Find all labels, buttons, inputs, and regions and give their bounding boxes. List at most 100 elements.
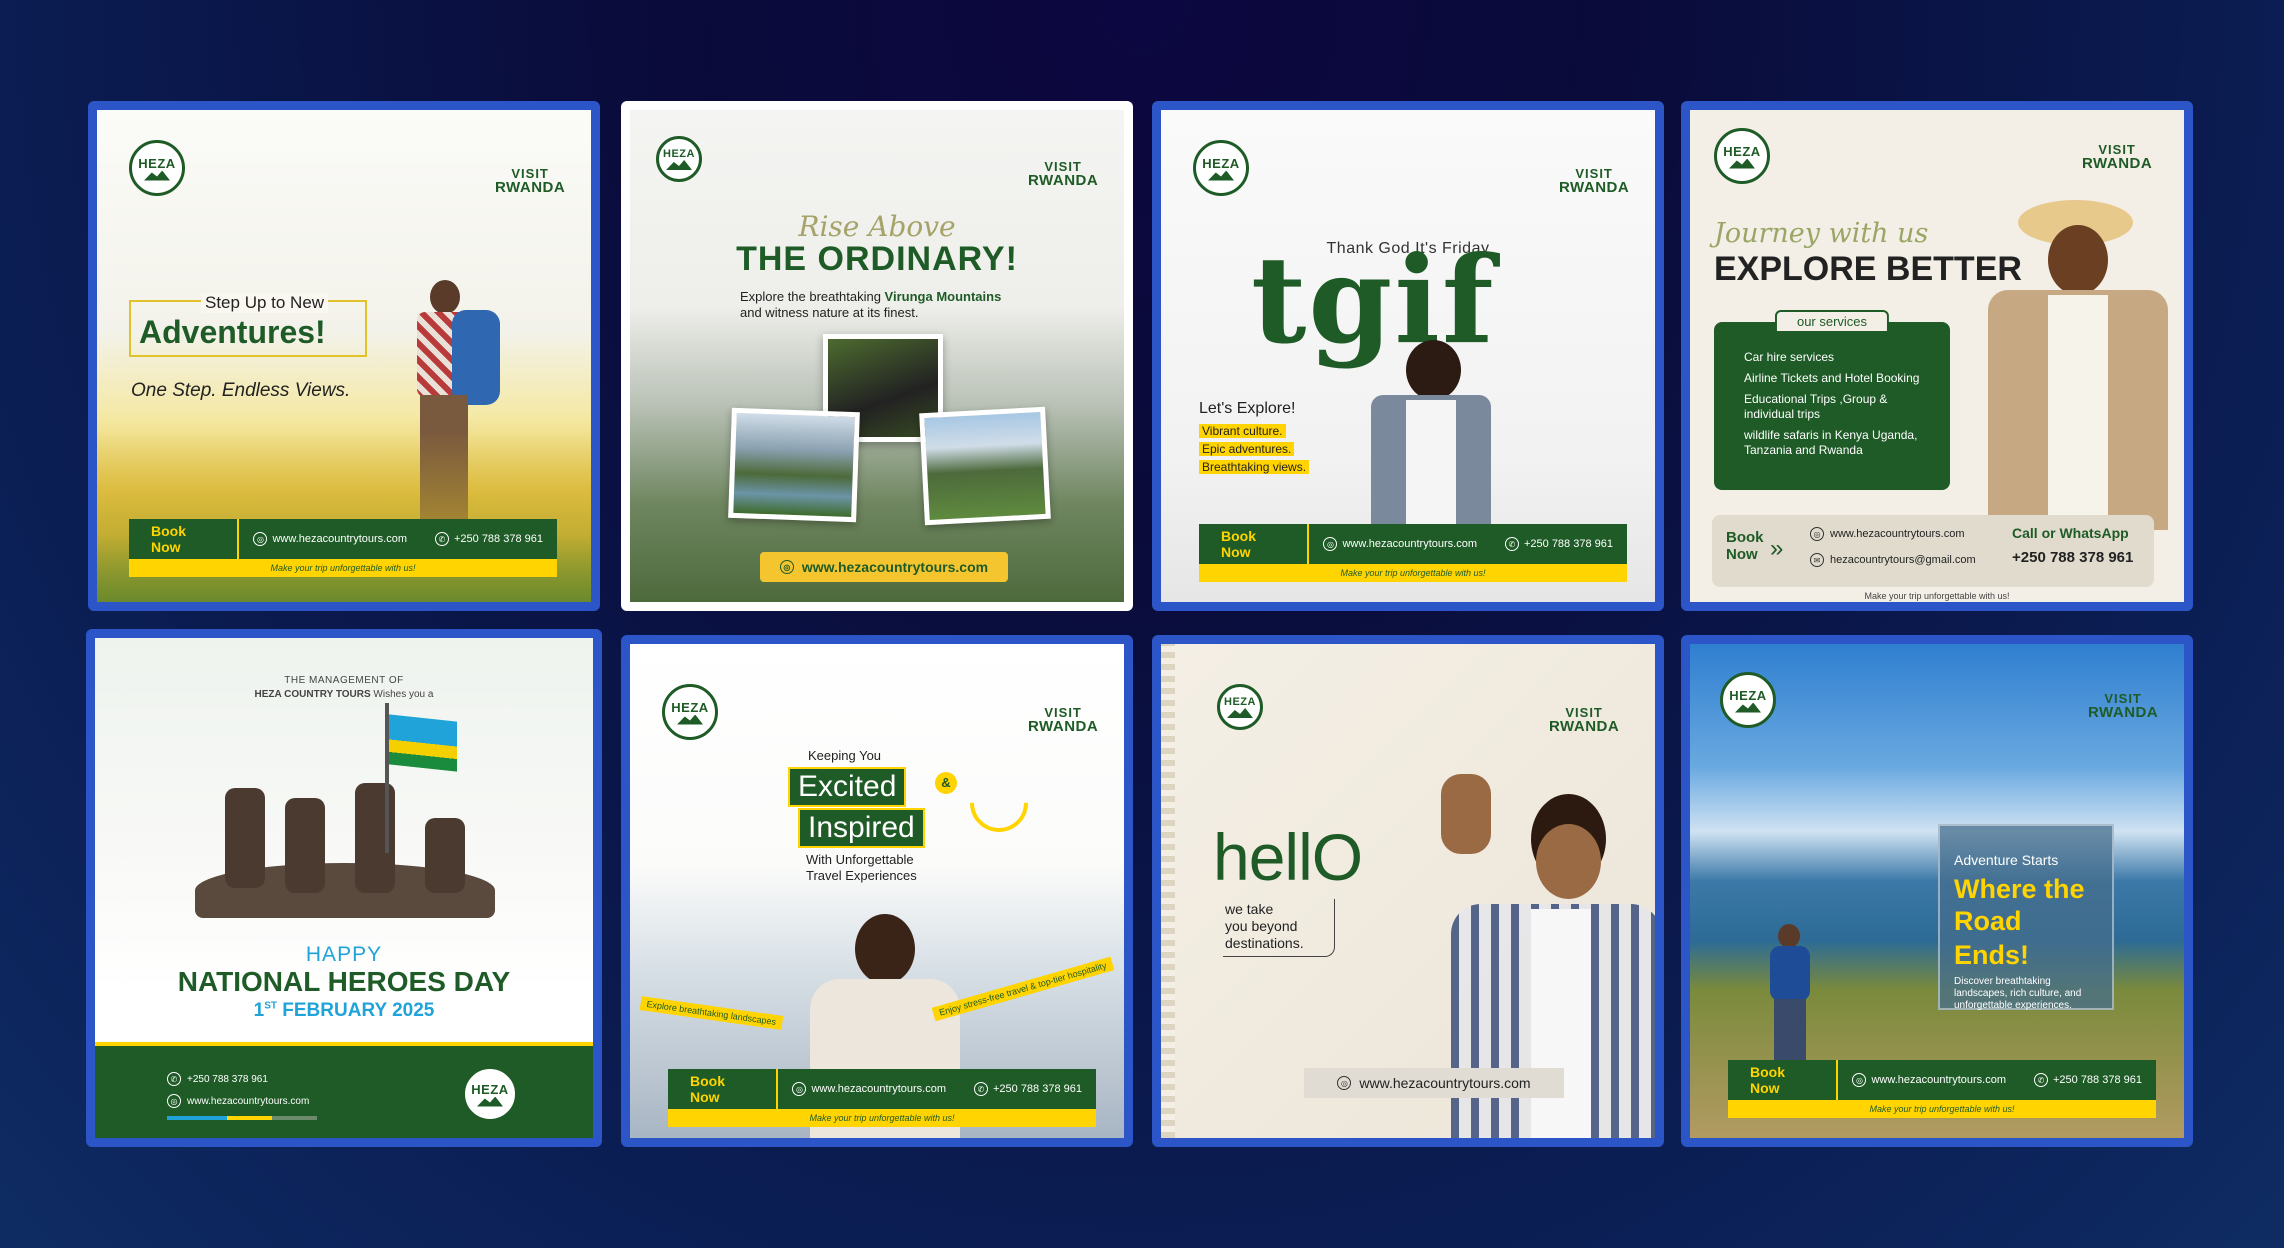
- website-link[interactable]: ◎ www.hezacountrytours.com: [1309, 537, 1491, 551]
- visit-rwanda-logo: VISIT RWANDA: [1559, 166, 1630, 196]
- footer-band: ✆ +250 788 378 961 ◎ www.hezacountrytours.…: [95, 1042, 593, 1138]
- book-now-button[interactable]: Book Now: [1728, 1060, 1839, 1100]
- website-link[interactable]: ◎ www.hezacountrytours.com: [239, 532, 421, 546]
- globe-icon: ◎: [167, 1094, 181, 1108]
- website-link[interactable]: ◎ www.hezacountrytours.com: [1810, 527, 1965, 541]
- ampersand-badge: &: [935, 772, 957, 794]
- phone-link[interactable]: ✆ +250 788 378 961: [1491, 537, 1627, 551]
- website-link[interactable]: ◎ www.hezacountrytours.com: [778, 1082, 960, 1096]
- email-link[interactable]: ✉ hezacountrytours@gmail.com: [1810, 553, 1976, 567]
- list-item: Car hire services: [1744, 350, 1835, 364]
- heza-logo: HEZA: [656, 136, 702, 182]
- website-link[interactable]: ◎ www.hezacountrytours.com: [167, 1094, 309, 1108]
- website-link[interactable]: ◎ www.hezacountrytours.com: [1304, 1068, 1564, 1098]
- card-background: HEZA VISIT RWANDA Journey with us EXPLORE…: [1690, 110, 2184, 602]
- hello-subtext: we take you beyond destinations.: [1223, 899, 1335, 957]
- phone-icon: ✆: [1504, 537, 1519, 551]
- card-background: HEZA VISIT RWANDA Step Up to New Adventur…: [97, 110, 591, 602]
- globe-icon: ◎: [1852, 1073, 1867, 1087]
- headline-sub: One Step. Endless Views.: [131, 380, 351, 401]
- list-item: Educational Trips ,Group & individual tr…: [1744, 392, 1888, 421]
- phone-icon: ✆: [2033, 1073, 2048, 1087]
- globe-icon: ◎: [1337, 1076, 1352, 1090]
- tagline-bar: Make your trip unforgettable with us!: [129, 559, 557, 577]
- headline-small: Step Up to New: [201, 293, 329, 313]
- contact-bar: Book Now ◎ www.hezacountrytours.com ✆ +250…: [1728, 1060, 2156, 1100]
- heza-logo: HEZA: [1217, 684, 1263, 730]
- phone-icon: ✆: [167, 1072, 181, 1086]
- list-item: Breathtaking views.: [1199, 458, 1310, 476]
- list-item: Epic adventures.: [1199, 440, 1309, 458]
- headline-main: Adventures!: [139, 314, 326, 350]
- management-line-2: HEZA COUNTRY TOURS Wishes you a: [254, 689, 434, 700]
- date-text: 1ST FEBRUARY 2025: [253, 1000, 435, 1021]
- traveler-photo: [1958, 190, 2184, 530]
- headline-line-2: Road Ends!: [1954, 906, 2030, 970]
- script-heading: Journey with us: [1714, 218, 1929, 249]
- book-now-button[interactable]: Book Now: [1726, 529, 1764, 563]
- phone-link[interactable]: ✆ +250 788 378 961: [2020, 1073, 2156, 1087]
- phone-link[interactable]: ✆ +250 788 378 961: [421, 532, 557, 546]
- post-card-tgif[interactable]: HEZA VISIT RWANDA Thank God It's Friday t…: [1152, 101, 1664, 611]
- phone-icon: ✆: [434, 532, 449, 546]
- heza-logo: HEZA: [1193, 140, 1249, 196]
- phone-link[interactable]: +250 788 378 961: [2012, 549, 2133, 566]
- tagline-bar: Make your trip unforgettable with us!: [1199, 564, 1627, 582]
- visit-rwanda-logo: VISIT RWANDA: [1028, 159, 1099, 189]
- phone-link[interactable]: ✆ +250 788 378 961: [960, 1082, 1096, 1096]
- progress-accent: [167, 1116, 317, 1120]
- contact-bar: Book Now ◎ www.hezacountrytours.com ✆ +250…: [668, 1069, 1096, 1109]
- post-card-adventures[interactable]: HEZA VISIT RWANDA Step Up to New Adventur…: [88, 101, 600, 611]
- headline-body: Discover breathtaking landscapes, rich c…: [1954, 976, 2082, 1011]
- headline-line-1: Where the: [1954, 874, 2085, 904]
- phone-link[interactable]: ✆ +250 788 378 961: [167, 1072, 268, 1086]
- post-card-hello[interactable]: HEZA VISIT RWANDA hellO we take you beyond…: [1152, 635, 1664, 1147]
- heza-logo: HEZA: [662, 684, 718, 740]
- phone-icon: ✆: [973, 1082, 988, 1096]
- website-link[interactable]: ◎ www.hezacountrytours.com: [760, 552, 1008, 582]
- visit-rwanda-logo: VISIT RWANDA: [2088, 691, 2159, 721]
- call-label: Call or WhatsApp: [2012, 525, 2129, 541]
- card-background: HEZA VISIT RWANDA Rise Above THE ORDINARY…: [630, 110, 1124, 602]
- headline-panel: Adventure Starts Where the Road Ends! Di…: [1938, 824, 2114, 1011]
- globe-icon: ◎: [792, 1082, 807, 1096]
- excited-box: Excited: [788, 767, 907, 807]
- script-heading: Rise Above: [798, 210, 956, 243]
- book-now-button[interactable]: Book Now: [1199, 524, 1310, 564]
- hiker-photo: [1760, 924, 1820, 1064]
- pattern-strip: [1161, 644, 1175, 1138]
- visit-rwanda-logo: VISIT RWANDA: [1028, 705, 1099, 735]
- tagline-bar: Make your trip unforgettable with us!: [1728, 1100, 2156, 1118]
- mail-icon: ✉: [1810, 553, 1824, 567]
- chevron-right-icon: »: [1770, 535, 1784, 562]
- post-card-rise-above[interactable]: HEZA VISIT RWANDA Rise Above THE ORDINARY…: [621, 101, 1133, 611]
- explore-heading: Let's Explore!: [1199, 400, 1296, 417]
- headline-box: Step Up to New Adventures!: [129, 293, 367, 357]
- tagline-text: Make your trip unforgettable with us!: [1864, 591, 2010, 601]
- body-text: Explore the breathtaking Virunga Mountai…: [740, 289, 1002, 321]
- heroes-heading: NATIONAL HEROES DAY: [177, 966, 511, 997]
- globe-icon: ◎: [1810, 527, 1824, 541]
- volcano-photo: [919, 406, 1051, 526]
- contact-bar: Book Now ◎ www.hezacountrytours.com ✆ +250…: [129, 519, 557, 559]
- post-card-heroes-day[interactable]: THE MANAGEMENT OF HEZA COUNTRY TOURS Wis…: [86, 629, 602, 1147]
- card-background: THE MANAGEMENT OF HEZA COUNTRY TOURS Wis…: [95, 638, 593, 1138]
- with-text: With Unforgettable Travel Experiences: [806, 852, 917, 883]
- heza-logo: HEZA: [129, 140, 185, 196]
- post-card-excited-inspired[interactable]: HEZA VISIT RWANDA Keeping You Excited & I…: [621, 635, 1133, 1147]
- heza-logo: HEZA: [1720, 672, 1776, 728]
- inspired-box: Inspired: [798, 808, 925, 848]
- services-heading: our services: [1774, 310, 1890, 331]
- website-link[interactable]: ◎ www.hezacountrytours.com: [1838, 1073, 2020, 1087]
- book-now-button[interactable]: Book Now: [129, 519, 240, 559]
- heza-logo: HEZA: [1714, 128, 1770, 184]
- visit-rwanda-logo: VISIT RWANDA: [1549, 705, 1620, 735]
- post-card-explore-better[interactable]: HEZA VISIT RWANDA Journey with us EXPLORE…: [1681, 101, 2193, 611]
- kicker-text: Adventure Starts: [1954, 852, 2059, 868]
- list-item: Airline Tickets and Hotel Booking: [1744, 371, 1920, 385]
- contact-panel: Book Now » ◎ www.hezacountrytours.com ✉ hez…: [1712, 515, 2154, 587]
- post-card-road-ends[interactable]: HEZA VISIT RWANDA Adventure Starts Where …: [1681, 635, 2193, 1147]
- book-now-button[interactable]: Book Now: [668, 1069, 779, 1109]
- visit-rwanda-logo: VISIT RWANDA: [495, 166, 566, 196]
- services-panel: our services Car hire services Airline T…: [1714, 310, 1950, 490]
